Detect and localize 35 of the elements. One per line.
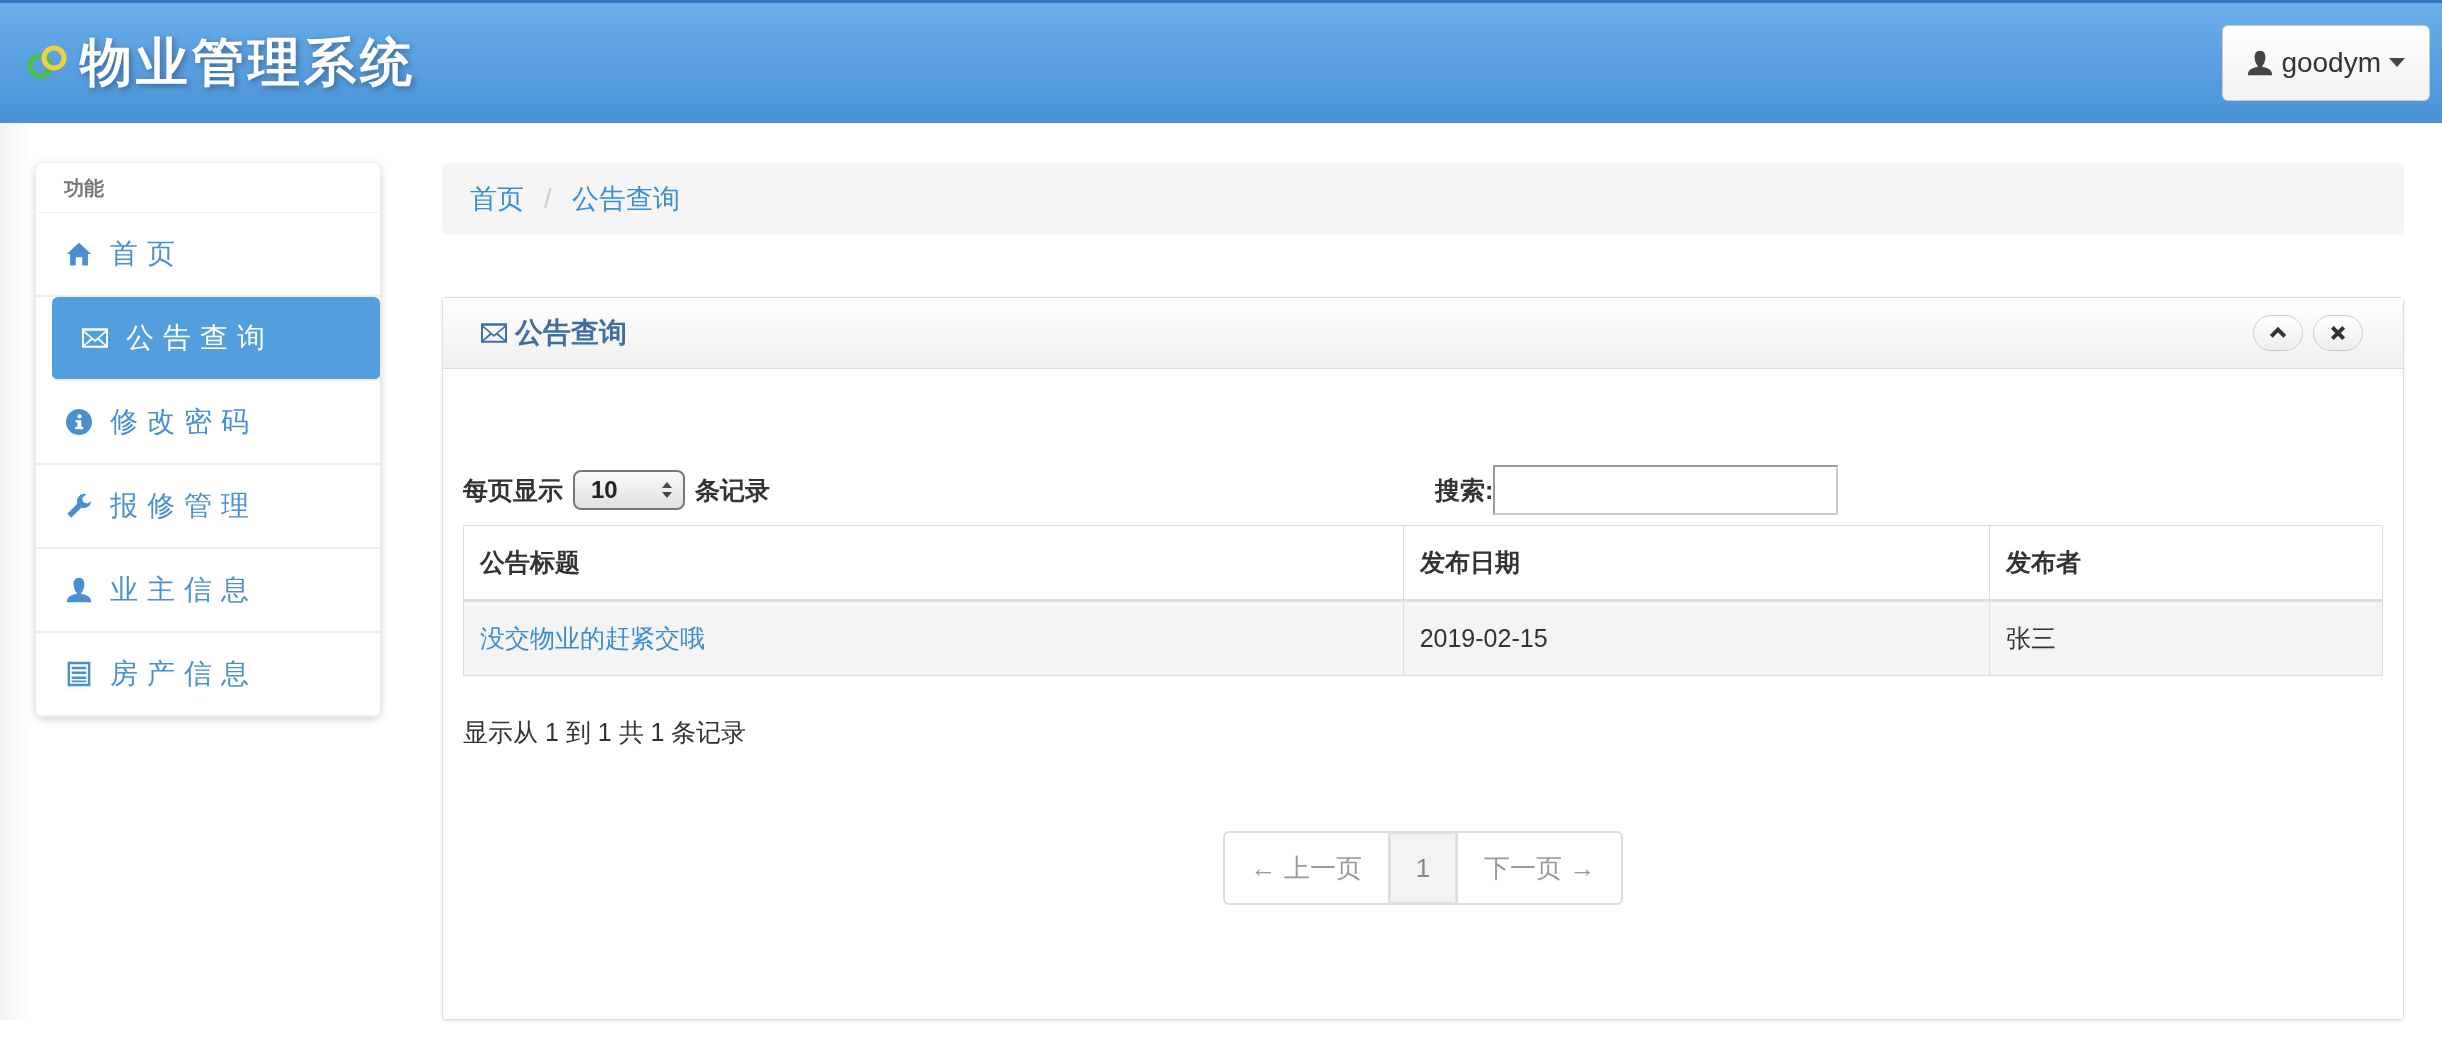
breadcrumb-separator: / [544,183,552,215]
collapse-button[interactable] [2253,315,2303,351]
page-button[interactable]: 1 [1387,831,1459,905]
table-cell: 张三 [1989,600,2383,676]
sidebar-item[interactable]: 业主信息 [36,549,380,633]
sidebar-item[interactable]: 房产信息 [36,633,380,717]
list-icon [66,661,92,687]
records-info: 显示从 1 到 1 共 1 条记录 [463,717,748,748]
close-button[interactable] [2313,315,2363,351]
page-size-select[interactable]: 10 [573,470,685,510]
length-label: 每页显示 [463,474,563,506]
envelope-icon [481,320,507,346]
sidebar-item[interactable]: 报修管理 [36,465,380,549]
home-icon [66,241,92,267]
envelope-icon [82,325,108,351]
notice-link[interactable]: 没交物业的赶紧交哦 [480,624,705,652]
length-label: 条记录 [695,474,770,506]
info-icon [66,409,92,435]
sidebar-item[interactable]: 公告查询 [52,297,380,381]
breadcrumb-link[interactable]: 公告查询 [571,181,680,217]
close-icon [2329,324,2347,342]
sidebar-heading: 功能 [36,163,380,213]
user-icon [66,577,92,603]
up-down-arrows-icon [661,480,673,500]
wrench-icon [66,493,92,519]
sidebar-item[interactable]: 修改密码 [36,381,380,465]
table-cell: 2019-02-15 [1403,600,1990,676]
caret-icon [2389,58,2405,68]
user-menu-button[interactable]: goodym [2222,25,2430,101]
breadcrumb-link[interactable]: 首页 [470,181,524,217]
search-label: 搜索: [1435,474,1494,506]
panel-title: 公告查询 [481,314,627,352]
app-title: 物业管理系统 [80,33,416,93]
search-field[interactable] [1493,465,1839,515]
user-icon [2247,50,2274,76]
